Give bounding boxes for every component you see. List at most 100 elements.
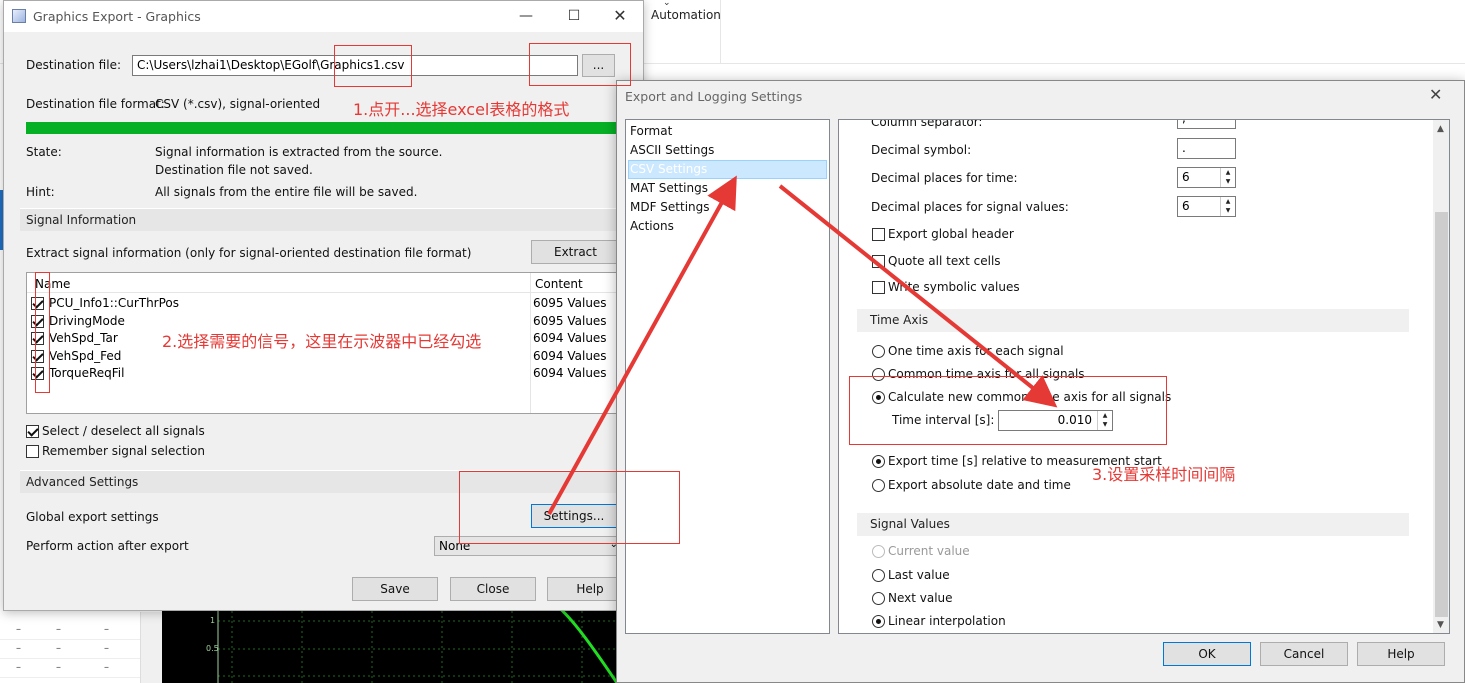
nav-item-format[interactable]: Format	[630, 124, 672, 138]
radio-export-absolute-time[interactable]	[872, 479, 885, 492]
next-value-label: Next value	[888, 591, 953, 605]
background-table: – – – – – – – – –	[0, 612, 162, 683]
column-separator-label: Column separator:	[871, 119, 983, 129]
scrollbar-thumb[interactable]	[1435, 212, 1448, 617]
ok-button[interactable]: OK	[1163, 642, 1251, 666]
signal-content: 6094 Values	[533, 366, 607, 380]
extract-button[interactable]: Extract	[531, 240, 620, 264]
annotation-box-settings	[459, 471, 680, 544]
column-header-content[interactable]: Content	[535, 277, 583, 291]
decimal-signal-label: Decimal places for signal values:	[871, 200, 1069, 214]
help-button[interactable]: Help	[1357, 642, 1445, 666]
format-label: Destination file format:	[26, 97, 165, 111]
cancel-button[interactable]: Cancel	[1260, 642, 1348, 666]
radio-current-value	[872, 545, 885, 558]
decimal-time-label: Decimal places for time:	[871, 171, 1018, 185]
signal-content: 6095 Values	[533, 296, 607, 310]
spinner-arrows-icon[interactable]: ▲ ▼	[1220, 197, 1235, 216]
state-line-1: Signal information is extracted from the…	[155, 145, 443, 159]
ribbon-divider	[720, 0, 721, 64]
minimize-icon[interactable]: —	[516, 6, 536, 26]
export-app-icon	[12, 9, 26, 23]
remember-selection-label: Remember signal selection	[42, 444, 205, 458]
annotation-step-1: 1.点开...选择excel表格的格式	[353, 100, 570, 119]
linear-interpolation-label: Linear interpolation	[888, 614, 1006, 628]
last-value-label: Last value	[888, 568, 950, 582]
quote-text-cells-label: Quote all text cells	[888, 254, 1001, 268]
state-label: State:	[26, 145, 62, 159]
export-absolute-time-label: Export absolute date and time	[888, 478, 1071, 492]
scroll-up-icon[interactable]: ▲	[1437, 124, 1444, 134]
section-title: Signal Information	[26, 213, 137, 227]
decimal-time-value: 6	[1182, 170, 1190, 184]
section-signal-information[interactable]: Signal Information ˄	[20, 208, 628, 231]
signal-name: DrivingMode	[49, 313, 125, 328]
column-separator-input[interactable]: ;	[1177, 120, 1236, 129]
section-time-axis: Time Axis	[857, 309, 1409, 332]
section-title: Advanced Settings	[26, 475, 139, 489]
extract-info-text: Extract signal information (only for sig…	[26, 246, 472, 260]
radio-export-relative-time[interactable]	[872, 455, 885, 468]
close-button[interactable]: Close	[450, 577, 536, 601]
annotation-box-time-interval	[849, 376, 1167, 445]
radio-last-value[interactable]	[872, 569, 885, 582]
select-all-label: Select / deselect all signals	[42, 424, 205, 438]
write-symbolic-checkbox[interactable]	[872, 281, 885, 294]
one-time-axis-label: One time axis for each signal	[888, 344, 1064, 358]
annotation-step-2: 2.选择需要的信号，这里在示波器中已经勾选	[162, 332, 482, 351]
signal-content: 6095 Values	[533, 313, 607, 328]
title-bar[interactable]: Graphics Export - Graphics — ☐ ✕	[4, 1, 643, 32]
perform-action-label: Perform action after export	[26, 539, 189, 553]
decimal-signal-spinner[interactable]: 6 ▲ ▼	[1177, 196, 1236, 217]
oscilloscope-plot: 1 0.5	[162, 606, 617, 683]
ribbon-automation-label[interactable]: Automation	[651, 8, 721, 22]
radio-one-time-axis[interactable]	[872, 345, 885, 358]
settings-nav-list[interactable]: Format ASCII Settings CSV Settings MAT S…	[625, 119, 830, 634]
nav-item-ascii-settings[interactable]: ASCII Settings	[630, 143, 714, 157]
hint-value: All signals from the entire file will be…	[155, 185, 418, 199]
close-icon[interactable]: ✕	[610, 6, 630, 26]
decimal-symbol-input[interactable]: .	[1177, 138, 1236, 159]
save-button[interactable]: Save	[352, 577, 438, 601]
quote-text-cells-checkbox[interactable]	[872, 255, 885, 268]
nav-item-actions[interactable]: Actions	[630, 219, 674, 233]
section-signal-values: Signal Values	[857, 513, 1409, 536]
column-divider	[530, 273, 531, 413]
signal-content: 6094 Values	[533, 331, 607, 345]
state-line-2: Destination file not saved.	[155, 163, 313, 177]
remember-selection-checkbox[interactable]	[26, 445, 39, 458]
progress-bar	[26, 122, 626, 134]
decimal-symbol-label: Decimal symbol:	[871, 143, 972, 157]
dialog-title: Graphics Export - Graphics	[33, 9, 201, 24]
hint-label: Hint:	[26, 185, 55, 199]
format-value: CSV (*.csv), signal-oriented	[155, 97, 321, 111]
global-export-label: Global export settings	[26, 510, 159, 524]
select-all-checkbox[interactable]	[26, 425, 39, 438]
export-global-header-checkbox[interactable]	[872, 228, 885, 241]
maximize-icon[interactable]: ☐	[564, 6, 584, 26]
scope-tick-label: 0.5	[206, 644, 219, 653]
annotation-box-signals	[35, 272, 50, 393]
background-scroll-panel	[140, 612, 162, 683]
radio-linear-interpolation[interactable]	[872, 615, 885, 628]
scope-tick-label: 1	[210, 616, 216, 625]
current-value-label: Current value	[888, 544, 970, 558]
write-symbolic-label: Write symbolic values	[888, 280, 1020, 294]
close-icon[interactable]: ✕	[1429, 85, 1442, 104]
scroll-down-icon[interactable]: ▼	[1437, 620, 1444, 630]
signal-name: VehSpd_Tar	[49, 331, 118, 345]
dialog-title: Export and Logging Settings	[625, 89, 803, 104]
nav-item-csv-settings[interactable]: CSV Settings	[630, 162, 707, 176]
nav-item-mdf-settings[interactable]: MDF Settings	[630, 200, 710, 214]
signal-name: PCU_Info1::CurThrPos	[49, 296, 180, 310]
signal-name: VehSpd_Fed	[49, 348, 122, 363]
decimal-time-spinner[interactable]: 6 ▲ ▼	[1177, 167, 1236, 188]
oscilloscope-trace	[217, 606, 617, 683]
radio-next-value[interactable]	[872, 592, 885, 605]
spinner-arrows-icon[interactable]: ▲ ▼	[1220, 168, 1235, 187]
signal-name: TorqueReqFil	[49, 366, 125, 380]
decimal-signal-value: 6	[1182, 199, 1190, 213]
nav-item-mat-settings[interactable]: MAT Settings	[630, 181, 708, 195]
chevron-down-icon: ⌄	[663, 0, 671, 8]
destination-file-label: Destination file:	[26, 58, 121, 72]
